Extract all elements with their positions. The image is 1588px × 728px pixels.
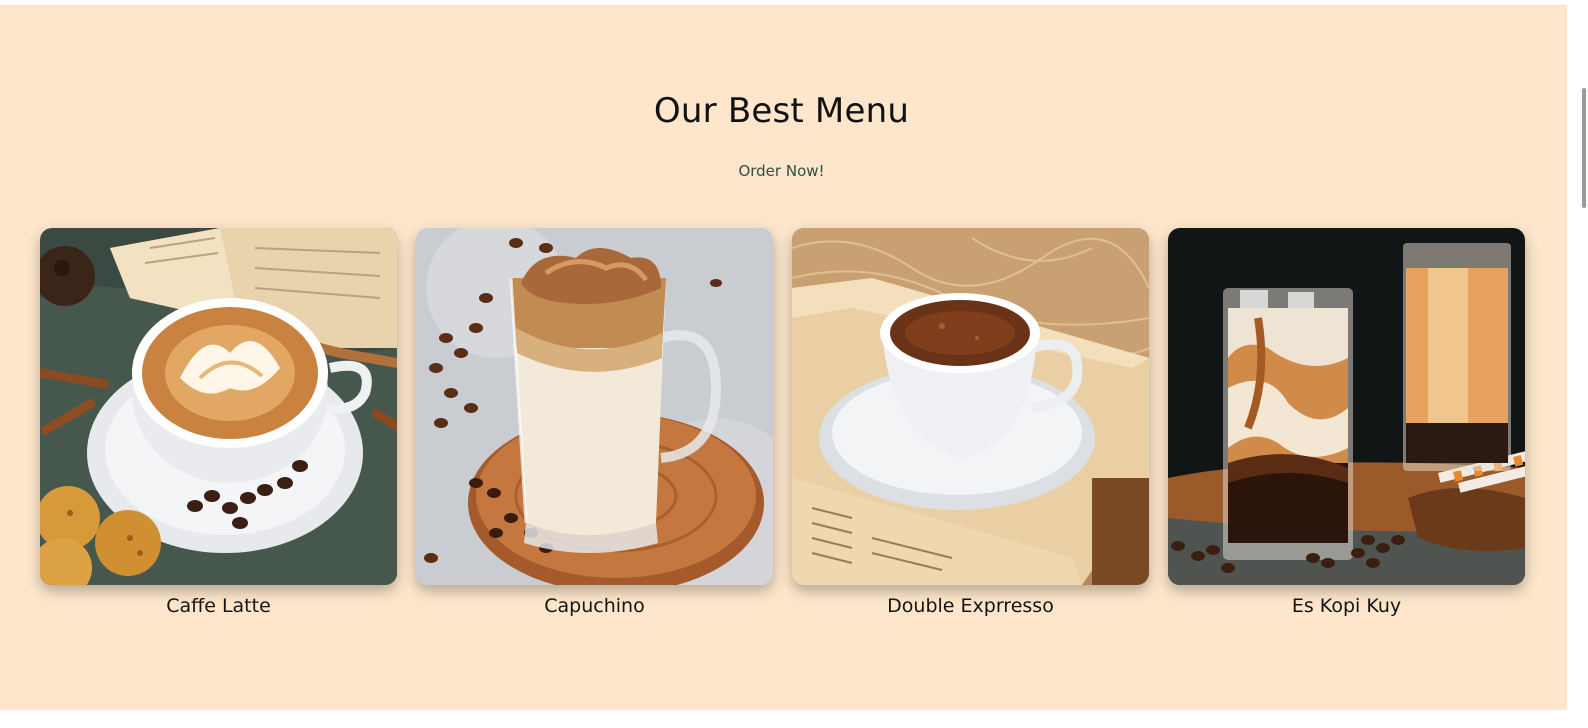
caffe-latte-photo[interactable]: [40, 228, 397, 585]
page-bottom-edge: [0, 710, 1567, 728]
capuchino-photo[interactable]: [416, 228, 773, 585]
order-now-link[interactable]: Order Now!: [0, 162, 1563, 180]
menu-item-name: Capuchino: [544, 595, 645, 617]
menu-card-double-exprresso[interactable]: Double Exprresso: [792, 228, 1149, 617]
menu-card-caffe-latte[interactable]: Caffe Latte: [40, 228, 397, 617]
menu-grid: Caffe Latte Capuchino Double Exprresso E…: [40, 228, 1525, 628]
es-kopi-kuy-photo[interactable]: [1168, 228, 1525, 585]
double-exprresso-photo[interactable]: [792, 228, 1149, 585]
scrollbar[interactable]: [1567, 0, 1588, 728]
menu-card-es-kopi-kuy[interactable]: Es Kopi Kuy: [1168, 228, 1525, 617]
menu-item-name: Double Exprresso: [887, 595, 1054, 617]
section-title: Our Best Menu: [653, 91, 910, 131]
scrollbar-thumb[interactable]: [1582, 88, 1586, 208]
menu-item-name: Es Kopi Kuy: [1291, 595, 1402, 617]
menu-item-name: Caffe Latte: [166, 595, 271, 617]
menu-card-capuchino[interactable]: Capuchino: [416, 228, 773, 617]
